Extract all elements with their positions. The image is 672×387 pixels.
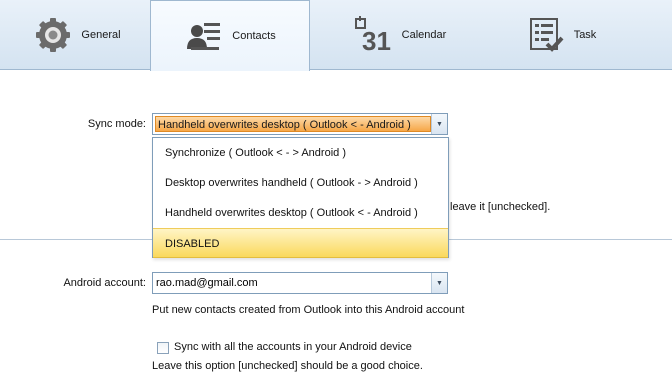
dropdown-arrow-icon[interactable]: ▼ [431,114,447,134]
tab-bar: General Contacts 31 Calendar Task [0,0,672,71]
android-account-select[interactable]: rao.mad@gmail.com ▼ [152,272,448,294]
option-desktop-overwrites-handheld[interactable]: Desktop overwrites handheld ( Outlook - … [153,168,448,198]
calendar-icon: 31 [354,15,394,55]
account-hint: Put new contacts created from Outlook in… [152,304,465,316]
tab-label: Task [573,29,597,41]
option-disabled[interactable]: DISABLED [153,228,448,258]
tab-label: Contacts [232,30,276,42]
contacts-icon [184,16,224,56]
sync-mode-value: Handheld overwrites desktop ( Outlook < … [155,116,431,132]
sync-mode-label: Sync mode: [87,118,146,130]
task-checklist-icon [526,15,566,55]
tab-general[interactable]: General [22,0,132,70]
svg-text:31: 31 [362,26,391,55]
tab-label: General [81,29,121,41]
tab-label: Calendar [401,29,447,41]
sync-all-accounts-checkbox[interactable] [157,342,169,354]
sync-all-hint: Leave this option [unchecked] should be … [152,360,423,372]
tab-calendar[interactable]: 31 Calendar [340,0,460,70]
tab-contacts[interactable]: Contacts [150,0,310,71]
sync-mode-dropdown-list: Synchronize ( Outlook < - > Android ) De… [152,137,449,258]
option-handheld-overwrites-desktop[interactable]: Handheld overwrites desktop ( Outlook < … [153,198,448,228]
sync-all-accounts-label[interactable]: Sync with all the accounts in your Andro… [174,341,412,353]
gear-icon [33,15,73,55]
obscured-hint-text: leave it [unchecked]. [450,201,551,213]
sync-mode-select[interactable]: Handheld overwrites desktop ( Outlook < … [152,113,448,135]
tab-task[interactable]: Task [516,0,606,70]
android-account-label: Android account: [63,277,146,289]
android-account-value: rao.mad@gmail.com [156,277,258,289]
dropdown-arrow-icon[interactable]: ▼ [431,273,447,293]
option-synchronize[interactable]: Synchronize ( Outlook < - > Android ) [153,138,448,168]
